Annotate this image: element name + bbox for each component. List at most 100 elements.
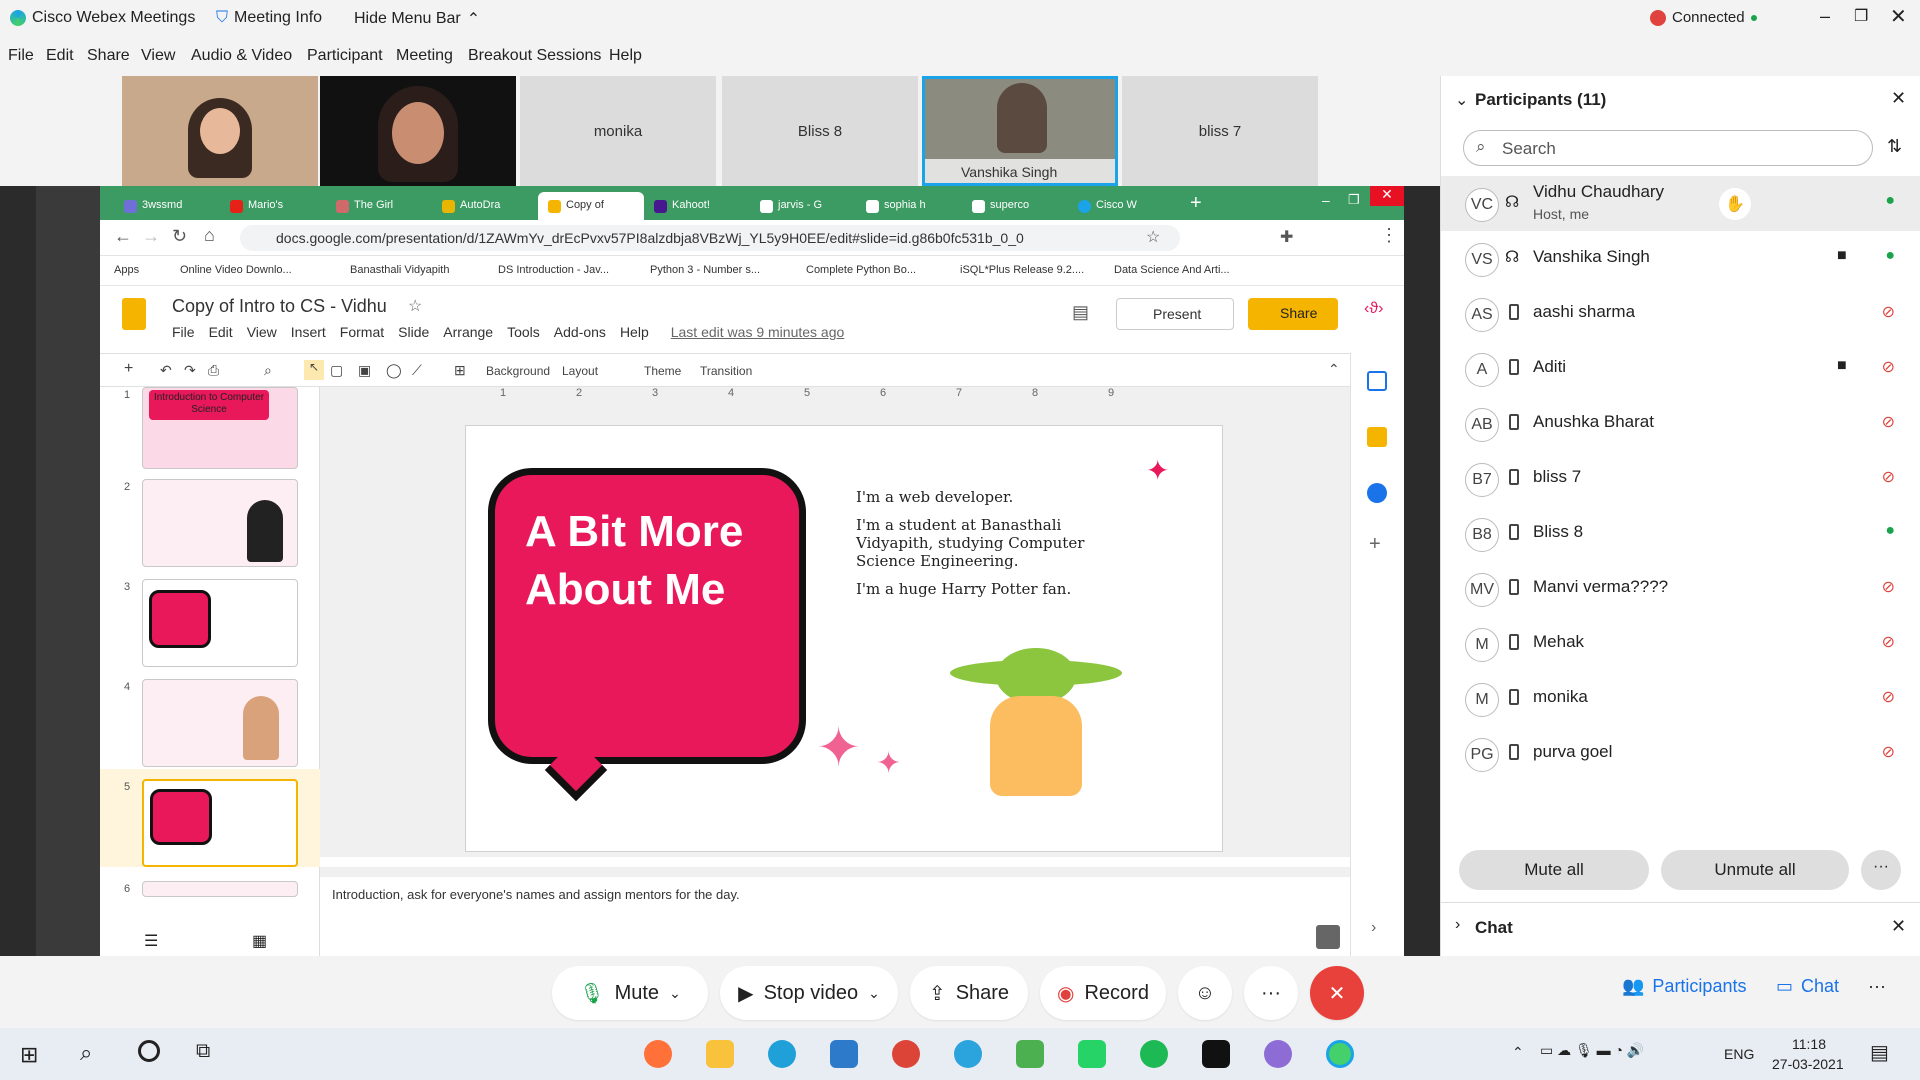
video-tile-vanshika[interactable]: Vanshika Singh [922,76,1118,186]
chat-toggle[interactable]: ▭ Chat [1776,976,1839,997]
slides-menu-arrange[interactable]: Arrange [443,324,493,340]
close-panel-icon[interactable]: ✕ [1891,88,1906,109]
participant-row[interactable]: M monika ⊘ [1441,671,1920,726]
participant-row[interactable]: VS ☊ Vanshika Singh ■ ● [1441,231,1920,286]
browser-tab-active[interactable]: Copy of [538,192,644,220]
meeting-info-button[interactable]: ⛉ Meeting Info [216,9,322,27]
video-tile-2[interactable] [320,76,516,186]
slide-thumb-5[interactable] [142,779,298,867]
app-icon[interactable] [1264,1040,1292,1068]
participant-row[interactable]: VC ☊ Vidhu Chaudhary Host, me ✋ ● [1441,176,1920,231]
chrome-icon[interactable] [892,1040,920,1068]
addon-icon[interactable]: ‹ϑ› [1364,300,1383,318]
clock-date[interactable]: 27-03-2021 [1772,1056,1844,1072]
mic-muted-icon[interactable]: ⊘ [1882,687,1895,707]
participant-row[interactable]: PG purva goel ⊘ [1441,726,1920,781]
mic-muted-icon[interactable]: ⊘ [1882,357,1895,377]
participant-row[interactable]: AB Anushka Bharat ⊘ [1441,396,1920,451]
whatsapp-icon[interactable] [1078,1040,1106,1068]
slides-menu-insert[interactable]: Insert [291,324,326,340]
mic-muted-icon[interactable]: ⊘ [1882,742,1895,762]
speaker-notes[interactable]: Introduction, ask for everyone's names a… [320,867,1350,956]
chevron-right-icon[interactable]: › [1455,916,1460,934]
bookmark-item[interactable]: Data Science And Arti... [1114,264,1230,276]
close-chat-icon[interactable]: ✕ [1891,916,1906,937]
clock-time[interactable]: 11:18 [1792,1036,1826,1052]
extensions-icon[interactable]: ✚ [1280,227,1293,247]
last-edit-link[interactable]: Last edit was 9 minutes ago [671,324,845,340]
hide-menu-bar-button[interactable]: Hide Menu Bar ⌃ [354,9,480,29]
participant-row[interactable]: AS aashi sharma ⊘ [1441,286,1920,341]
mute-button[interactable]: 🎙 Mute ⌄ [552,966,708,1020]
select-tool-icon[interactable]: ↖ [304,360,324,380]
close-browser-button[interactable]: ✕ [1370,186,1404,206]
mic-on-icon[interactable]: ● [1885,247,1895,265]
browser-tab[interactable]: sophia h [856,192,962,220]
share-doc-button[interactable]: Share [1248,298,1338,330]
edge-icon[interactable] [768,1040,796,1068]
mic-muted-icon[interactable]: ⊘ [1882,577,1895,597]
search-icon[interactable]: ⌕ [80,1040,92,1066]
browser-tab[interactable]: Kahoot! [644,192,750,220]
browser-tab[interactable]: jarvis - G [750,192,856,220]
menu-breakout[interactable]: Breakout Sessions [468,47,601,65]
line-icon[interactable]: ⟋ [412,362,422,379]
more-options-button[interactable]: ··· [1861,850,1901,890]
list-view-icon[interactable]: ☰ [144,931,158,951]
mute-all-button[interactable]: Mute all [1459,850,1649,890]
slides-menu-help[interactable]: Help [620,324,649,340]
record-button[interactable]: ◉ Record [1040,966,1166,1020]
collapse-toolbar-icon[interactable]: ⌃ [1328,361,1340,378]
star-icon[interactable]: ☆ [408,296,422,316]
bookmark-item[interactable]: iSQL*Plus Release 9.2.... [960,264,1084,276]
video-tile-1[interactable] [122,76,318,186]
new-tab-button[interactable]: + [1190,192,1202,215]
zoom-icon[interactable]: ⌕ [264,362,272,379]
mic-muted-icon[interactable]: ⊘ [1882,302,1895,322]
tray-icons[interactable]: ▭ ☁ 🎙 ▬ ◔ 🔊 [1540,1042,1644,1059]
slides-menu-edit[interactable]: Edit [209,324,233,340]
firefox-icon[interactable] [644,1040,672,1068]
print-icon[interactable]: ⎙ [208,362,219,379]
keep-icon[interactable] [1367,427,1387,447]
back-arrow-icon[interactable]: ← [114,226,132,247]
comments-icon[interactable]: ▤ [1072,302,1089,323]
windows-start-icon[interactable]: ⊞ [20,1042,38,1068]
bookmark-item[interactable]: Online Video Downlo... [180,264,292,276]
menu-audio-video[interactable]: Audio & Video [191,47,292,65]
bookmark-apps[interactable]: Apps [114,264,139,276]
language-indicator[interactable]: ENG [1724,1046,1754,1062]
reload-icon[interactable]: ↻ [172,226,187,247]
undo-icon[interactable]: ↶ [160,362,172,379]
mic-muted-icon[interactable]: ⊘ [1882,632,1895,652]
file-explorer-icon[interactable] [706,1040,734,1068]
home-icon[interactable]: ⌂ [204,225,215,246]
mic-on-icon[interactable]: ● [1885,522,1895,540]
slides-menu-file[interactable]: File [172,324,195,340]
slide-thumb-2[interactable] [142,479,298,567]
calendar-icon[interactable] [1367,371,1387,391]
slide-thumb-6[interactable] [142,881,298,897]
browser-tab[interactable]: Cisco W [1068,192,1174,220]
slide-thumb-1[interactable]: Introduction to Computer Science [142,387,298,469]
theme-button[interactable]: Theme [644,364,681,378]
slides-menu-tools[interactable]: Tools [507,324,540,340]
bookmark-item[interactable]: Banasthali Vidyapith [350,264,449,276]
tasks-icon[interactable] [1367,483,1387,503]
slide[interactable]: A Bit More About Me I'm a web developer.… [465,425,1223,852]
sort-icon[interactable]: ⇅ [1887,136,1902,157]
explore-icon[interactable] [1316,925,1340,949]
participants-toggle[interactable]: 👥 Participants [1622,976,1746,997]
expand-panel-icon[interactable]: › [1371,919,1376,937]
image-icon[interactable]: ▣ [358,362,371,379]
slides-menu-addons[interactable]: Add-ons [554,324,606,340]
webex-taskbar-icon[interactable] [1326,1040,1354,1068]
chevron-up-icon[interactable]: ⌃ [1512,1044,1524,1061]
comment-add-icon[interactable]: ⊞ [454,362,466,379]
close-window-button[interactable]: ✕ [1890,4,1907,29]
search-input[interactable]: ⌕ Search [1463,130,1873,166]
participant-row[interactable]: B8 Bliss 8 ● [1441,506,1920,561]
shape-icon[interactable]: ◯ [386,362,402,379]
new-slide-icon[interactable]: + [124,360,133,378]
menu-view[interactable]: View [141,47,175,65]
